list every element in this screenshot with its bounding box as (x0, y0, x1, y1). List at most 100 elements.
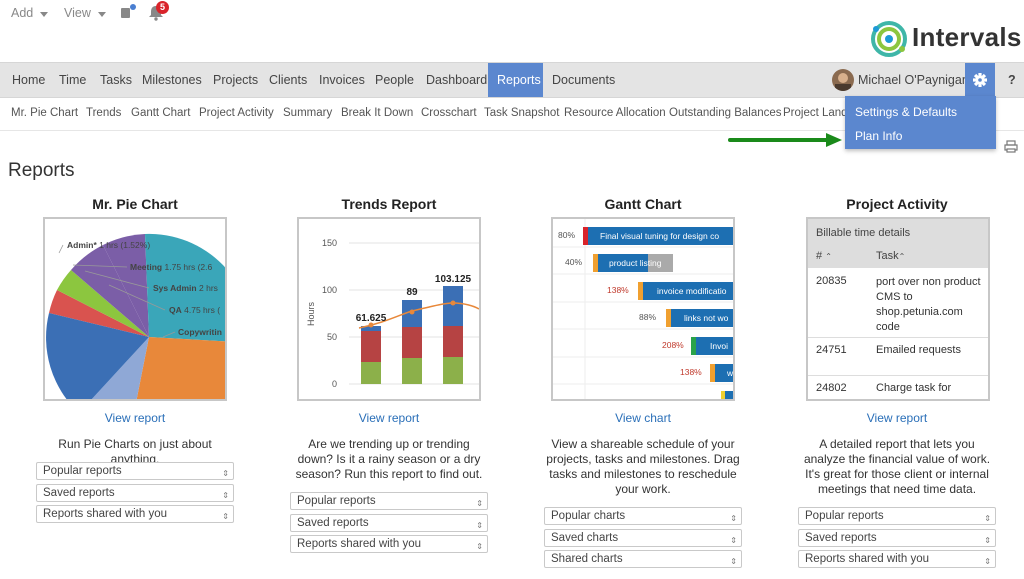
settings-button[interactable] (965, 63, 995, 97)
menu-item-settings-defaults[interactable]: Settings & Defaults (855, 105, 957, 119)
gantt-pct: 208% (662, 340, 684, 350)
nav-people[interactable]: People (369, 63, 420, 97)
avatar[interactable] (832, 69, 854, 91)
gantt-chart-thumbnail[interactable]: 80% Final visual tuning for design co 40… (551, 217, 735, 401)
print-icon[interactable] (1004, 140, 1018, 153)
pie-chart-thumbnail[interactable]: Admin* 1 hrs (1.52%) Meeting 1.75 hrs (2… (43, 217, 227, 401)
pie-label-name: QA (169, 305, 182, 315)
chevron-down-icon (97, 11, 106, 17)
updown-icon: ⇕ (476, 542, 483, 551)
table-caption: Billable time details (816, 227, 911, 239)
view-report-link[interactable]: View report (801, 411, 993, 425)
updown-icon: ⇕ (730, 536, 737, 545)
nav-projects[interactable]: Projects (207, 63, 264, 97)
gantt-task-label: Invoi (710, 341, 728, 351)
updown-icon: ⇕ (222, 469, 229, 478)
y-tick: 50 (327, 332, 337, 342)
subnav-project-activity[interactable]: Project Activity (199, 107, 274, 119)
brand-name: Intervals (912, 22, 1022, 52)
saved-reports-select[interactable]: Saved reports ⇕ (290, 514, 488, 532)
saved-charts-select[interactable]: Saved charts ⇕ (544, 529, 742, 547)
bell-icon[interactable]: 5 (148, 1, 169, 21)
card-title-gantt: Gantt Chart (604, 196, 682, 212)
nav-milestones[interactable]: Milestones (136, 63, 208, 97)
select-value: Popular reports (297, 495, 376, 507)
settings-dropdown: Settings & Defaults Plan Info (845, 96, 996, 149)
row-task: Charge task for (876, 382, 952, 394)
table-row: 20835 port over non product CMS to shop.… (808, 268, 988, 338)
popular-reports-select[interactable]: Popular reports ⇕ (36, 462, 234, 480)
select-value: Popular reports (43, 465, 122, 477)
updown-icon: ⇕ (222, 512, 229, 521)
saved-reports-select[interactable]: Saved reports ⇕ (36, 484, 234, 502)
saved-reports-select[interactable]: Saved reports ⇕ (798, 529, 996, 547)
row-id: 24802 (816, 382, 847, 394)
card-title-project-activity: Project Activity (846, 196, 948, 212)
shared-reports-select[interactable]: Reports shared with you ⇕ (798, 550, 996, 568)
view-menu[interactable]: View (64, 6, 106, 20)
nav-time[interactable]: Time (53, 63, 92, 97)
column-label: # (816, 250, 823, 262)
gantt-pct: 80% (558, 230, 575, 240)
status-dot (130, 4, 136, 10)
menu-item-plan-info[interactable]: Plan Info (855, 129, 902, 143)
subnav-break-it-down[interactable]: Break It Down (341, 107, 413, 119)
help-button[interactable]: ? (1002, 63, 1022, 97)
popular-reports-select[interactable]: Popular reports ⇕ (798, 507, 996, 525)
shared-reports-select[interactable]: Reports shared with you ⇕ (290, 535, 488, 553)
pie-label-value: 2 hrs (199, 283, 218, 293)
nav-invoices[interactable]: Invoices (313, 63, 371, 97)
view-report-link[interactable]: View report (293, 411, 485, 425)
subnav-mr-pie-chart[interactable]: Mr. Pie Chart (11, 107, 78, 119)
nav-clients[interactable]: Clients (263, 63, 313, 97)
subnav-crosschart[interactable]: Crosschart (421, 107, 477, 119)
pie-label-value: 1 hrs (1.52%) (99, 240, 150, 250)
column-header-id: # ⌃ (816, 250, 832, 262)
card-title-pie: Mr. Pie Chart (92, 196, 178, 212)
gear-icon (973, 73, 987, 87)
gantt-pct: 138% (680, 367, 702, 377)
shared-reports-select[interactable]: Reports shared with you ⇕ (36, 505, 234, 523)
main-nav: Home Time Tasks Milestones Projects Clie… (0, 62, 1024, 98)
column-header-task: Task⌃ (876, 250, 905, 262)
nav-documents[interactable]: Documents (546, 63, 621, 97)
select-value: Saved reports (805, 532, 877, 544)
row-task: port over non product CMS to shop.petuni… (876, 276, 981, 333)
add-menu[interactable]: Add (11, 6, 49, 20)
subnav-project-landscape[interactable]: Project Lands (783, 107, 853, 119)
updown-icon: ⇕ (730, 557, 737, 566)
chevron-down-icon (40, 11, 49, 17)
svg-text:Sys Admin 2 hrs: Sys Admin 2 hrs (153, 283, 218, 293)
view-report-link[interactable]: View report (40, 411, 230, 425)
subnav-gantt-chart[interactable]: Gantt Chart (131, 107, 190, 119)
pie-label-name: Sys Admin (153, 283, 197, 293)
trends-chart-thumbnail[interactable]: 150 100 50 0 Hours 61.625 89 103.125 (297, 217, 481, 401)
user-name[interactable]: Michael O'Paynigan (852, 63, 975, 97)
subnav-trends[interactable]: Trends (86, 107, 121, 119)
pie-label-value: 4.75 hrs ( (184, 305, 220, 315)
select-value: Shared charts (551, 553, 623, 565)
view-chart-link[interactable]: View chart (547, 411, 739, 425)
svg-text:Meeting 1.75 hrs (2.6: Meeting 1.75 hrs (2.6 (130, 262, 212, 272)
popular-charts-select[interactable]: Popular charts ⇕ (544, 507, 742, 525)
subnav-resource-allocation[interactable]: Resource Allocation (564, 107, 666, 119)
card-title-trends: Trends Report (341, 196, 437, 212)
tasks-icon[interactable] (120, 4, 136, 19)
subnav-summary[interactable]: Summary (283, 107, 332, 119)
card-description: A detailed report that lets you analyze … (803, 437, 991, 496)
nav-dashboard[interactable]: Dashboard (420, 63, 493, 97)
subnav-outstanding-balances[interactable]: Outstanding Balances (669, 107, 782, 119)
nav-home[interactable]: Home (6, 63, 51, 97)
popular-reports-select[interactable]: Popular reports ⇕ (290, 492, 488, 510)
select-value: Reports shared with you (43, 508, 168, 520)
card-description: View a shareable schedule of your projec… (546, 437, 740, 496)
project-activity-thumbnail[interactable]: Billable time details # ⌃ Task⌃ 20835 po… (806, 217, 990, 401)
pie-label-name: Admin* (67, 240, 97, 250)
nav-reports[interactable]: Reports (488, 63, 543, 97)
shared-charts-select[interactable]: Shared charts ⇕ (544, 550, 742, 568)
gantt-pct: 88% (639, 312, 656, 322)
gantt-task-label: links not wo (684, 313, 729, 323)
y-tick: 150 (322, 238, 337, 248)
nav-tasks[interactable]: Tasks (94, 63, 138, 97)
subnav-task-snapshot[interactable]: Task Snapshot (484, 107, 559, 119)
